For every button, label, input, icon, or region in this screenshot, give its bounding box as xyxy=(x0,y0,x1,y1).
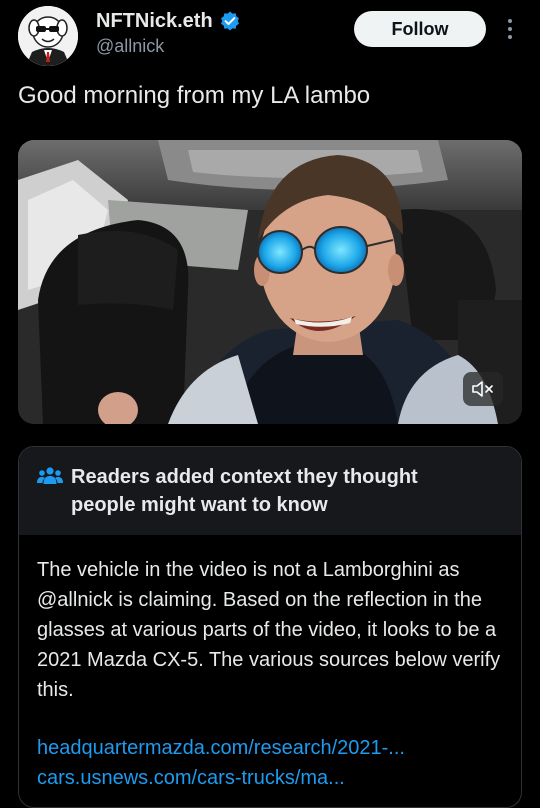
verified-badge-icon xyxy=(220,11,239,31)
more-options-icon[interactable] xyxy=(500,14,520,44)
video-frame xyxy=(18,140,522,424)
source-link[interactable]: cars.usnews.com/cars-trucks/ma... xyxy=(37,763,503,793)
community-note: Readers added context they thought peopl… xyxy=(18,446,522,808)
tweet-header: NFTNick.eth @allnick Follow xyxy=(0,0,540,72)
speaker-muted-icon xyxy=(472,381,493,397)
mute-button[interactable] xyxy=(463,372,503,406)
follow-button[interactable]: Follow xyxy=(354,11,486,47)
display-name[interactable]: NFTNick.eth xyxy=(96,10,213,33)
community-note-title: Readers added context they thought peopl… xyxy=(71,466,418,516)
avatar[interactable] xyxy=(18,6,78,66)
community-note-body: The vehicle in the video is not a Lambor… xyxy=(19,535,521,793)
tweet-text: Good morning from my LA lambo xyxy=(18,82,371,109)
community-note-text: The vehicle in the video is not a Lambor… xyxy=(37,559,501,701)
source-link[interactable]: headquartermazda.com/research/2021-... xyxy=(37,733,503,763)
community-note-sources: headquartermazda.com/research/2021-... c… xyxy=(37,733,503,793)
video-player[interactable] xyxy=(18,140,522,424)
people-icon xyxy=(37,467,63,484)
community-note-header: Readers added context they thought peopl… xyxy=(19,447,521,535)
author-handle[interactable]: @allnick xyxy=(96,36,164,57)
author-name-row: NFTNick.eth xyxy=(96,8,241,34)
